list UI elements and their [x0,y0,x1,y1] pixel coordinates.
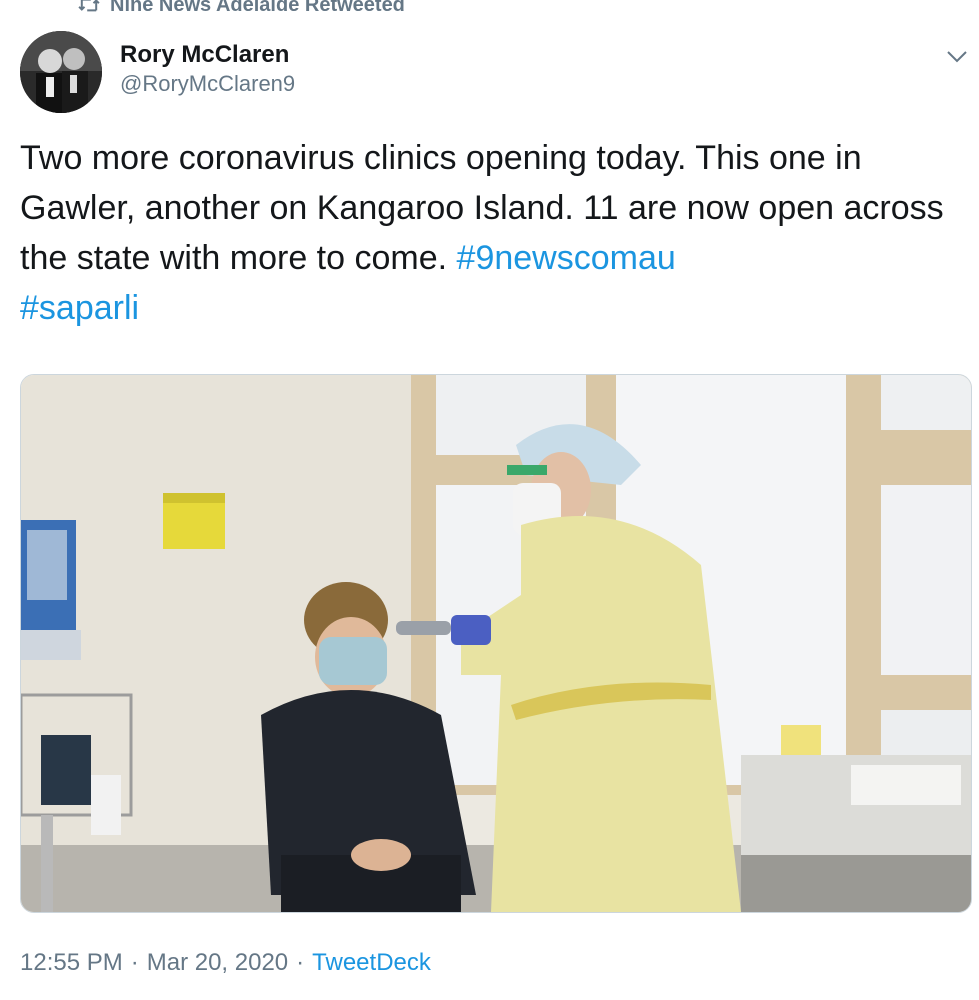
avatar[interactable] [20,31,102,113]
meta-separator: · [130,949,139,976]
tweet-media[interactable] [20,374,972,913]
tweet-date[interactable]: Mar 20, 2020 [147,945,288,981]
retweet-icon [78,0,100,12]
tweet-source[interactable]: TweetDeck [312,945,431,981]
tweet-time[interactable]: 12:55 PM [20,945,123,981]
retweet-label: Nine News Adelaide Retweeted [110,0,405,16]
display-name[interactable]: Rory McClaren [120,40,295,70]
meta-separator: · [296,949,305,976]
avatar-photo [20,31,102,113]
chevron-down-icon[interactable] [944,46,970,66]
clinic-photo [21,375,971,912]
hashtag-link[interactable]: #9newscomau [457,239,676,277]
author-block[interactable]: Rory McClaren @RoryMcClaren9 [120,40,295,98]
tweet-meta: 12:55 PM · Mar 20, 2020 · TweetDeck [20,945,431,981]
handle[interactable]: @RoryMcClaren9 [120,70,295,98]
tweet-text: Two more coronavirus clinics opening tod… [20,133,965,333]
retweet-banner[interactable]: Nine News Adelaide Retweeted [78,0,405,18]
hashtag-link[interactable]: #saparli [20,289,139,327]
